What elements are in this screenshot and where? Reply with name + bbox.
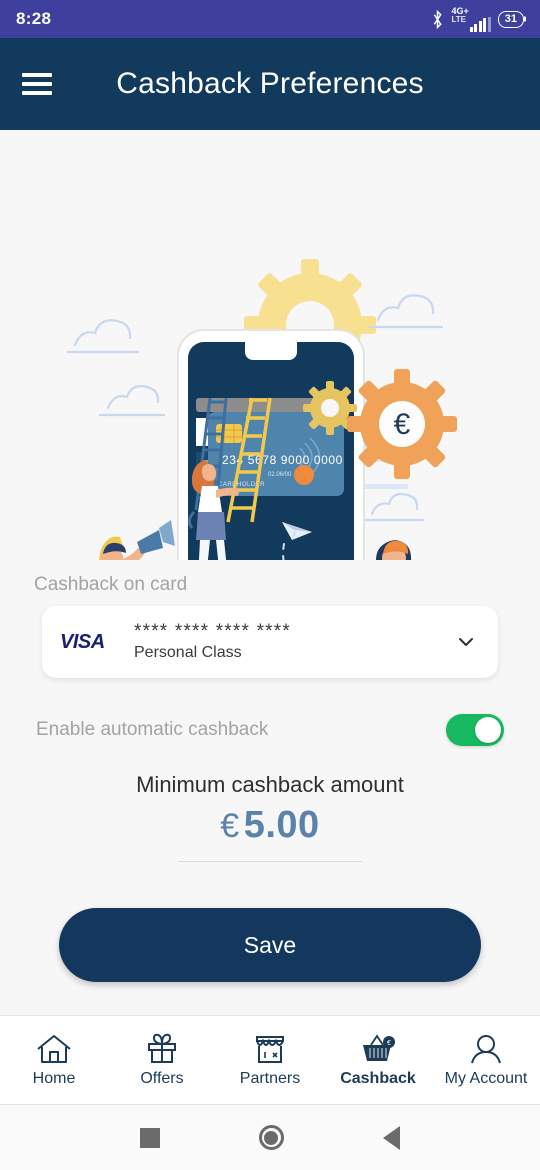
nav-item-cashback[interactable]: € Cashback — [324, 1033, 432, 1088]
square-recents-icon[interactable] — [139, 1127, 160, 1148]
nav-item-partners[interactable]: Partners — [216, 1033, 324, 1088]
nav-item-offers[interactable]: Offers — [108, 1033, 216, 1088]
visa-logo: VISA — [60, 630, 105, 653]
circle-home-icon[interactable] — [258, 1125, 284, 1150]
storefront-icon — [256, 1035, 284, 1063]
nav-label-partners: Partners — [239, 1069, 301, 1087]
hamburger-menu-icon[interactable] — [22, 73, 52, 95]
bottom-navigation: Home Offers Partners € Cashback My Accou… — [0, 1015, 540, 1105]
minimum-amount-input[interactable]: €5.00 — [34, 804, 506, 847]
svg-text:02.06/00: 02.06/00 — [268, 472, 292, 478]
nav-item-home[interactable]: Home — [0, 1033, 108, 1088]
save-button[interactable]: Save — [59, 908, 481, 982]
network-indicator: 4G+ LTE — [451, 6, 491, 32]
basket-euro-icon: € — [363, 1033, 395, 1061]
preferences-form: Cashback on card VISA **** **** **** ***… — [0, 574, 540, 982]
nav-label-home: Home — [32, 1069, 76, 1087]
card-select-label: Cashback on card — [34, 574, 188, 595]
minimum-amount-label: Minimum cashback amount — [136, 772, 404, 797]
app-bar: Cashback Preferences — [0, 38, 540, 130]
person-icon — [471, 1034, 501, 1063]
amount-underline — [178, 861, 362, 862]
nav-label-my-account: My Account — [444, 1069, 528, 1087]
triangle-back-icon[interactable] — [383, 1125, 401, 1150]
automatic-cashback-label: Enable automatic cashback — [36, 719, 269, 740]
svg-text:€: € — [394, 408, 411, 441]
home-icon — [37, 1034, 71, 1063]
status-time: 8:28 — [16, 9, 52, 28]
card-select-dropdown[interactable]: VISA **** **** **** **** Personal Class — [42, 606, 498, 678]
android-navigation-bar — [0, 1105, 540, 1170]
automatic-cashback-row: Enable automatic cashback — [34, 714, 506, 746]
bluetooth-icon — [434, 9, 443, 29]
network-sub-label: LTE — [451, 14, 466, 24]
status-icons: 4G+ LTE 31 — [431, 6, 524, 32]
nav-label-offers: Offers — [140, 1069, 184, 1087]
nav-label-cashback: Cashback — [340, 1069, 416, 1087]
card-number-masked: **** **** **** **** — [134, 621, 291, 643]
nav-item-my-account[interactable]: My Account — [432, 1033, 540, 1088]
chevron-down-icon[interactable] — [456, 632, 476, 652]
svg-text:€: € — [387, 1040, 391, 1047]
cashback-settings-illustration: 234 5678 9000 0000 02.06/00 CARDHOLDER € — [0, 130, 540, 560]
battery-indicator: 31 — [497, 10, 524, 28]
toggle-knob — [475, 717, 501, 743]
card-type-label: Personal Class — [134, 643, 242, 661]
currency-symbol: € — [220, 807, 240, 845]
signal-bars-icon — [469, 16, 491, 32]
gift-icon — [148, 1033, 176, 1063]
automatic-cashback-toggle[interactable] — [446, 714, 504, 746]
amount-number: 5.00 — [243, 804, 320, 846]
page-title: Cashback Preferences — [116, 67, 424, 100]
status-bar: 8:28 4G+ LTE 31 — [0, 0, 540, 38]
